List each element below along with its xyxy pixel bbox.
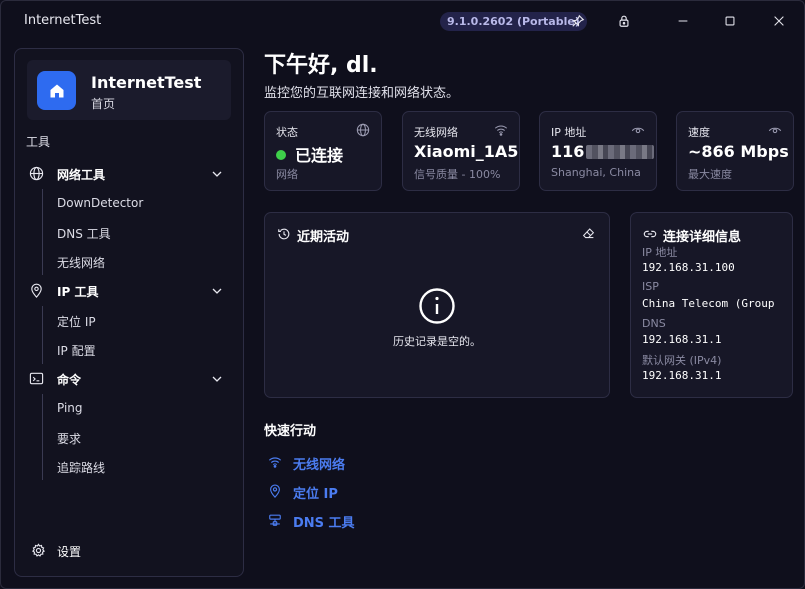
info-icon (419, 288, 455, 324)
ip-card-value-row: 116 (551, 142, 655, 161)
detail-value-dns: 192.168.31.1 (642, 333, 722, 346)
pin-button[interactable] (564, 9, 592, 33)
server-icon (269, 514, 281, 526)
status-card-value: 已连接 (295, 146, 344, 165)
eye-icon[interactable] (768, 123, 782, 137)
location-pin-icon (270, 484, 280, 498)
tools-section-label: 工具 (26, 135, 51, 149)
speed-card-label: 速度 (688, 126, 710, 139)
sidebar-group-label: 网络工具 (57, 168, 106, 182)
home-card[interactable]: InternetTest 首页 (27, 60, 231, 120)
sidebar-group-label: 命令 (57, 373, 82, 387)
window-title: InternetTest (24, 13, 102, 28)
chevron-down-icon (212, 376, 222, 382)
empty-history-text: 历史记录是空的。 (393, 335, 481, 348)
globe-icon (356, 123, 370, 137)
sidebar-item-ping[interactable]: Ping (57, 401, 83, 415)
lock-button[interactable] (610, 9, 638, 33)
ip-card-value: 116 (551, 142, 585, 161)
tree-line (42, 189, 43, 275)
app-logo (37, 71, 76, 110)
quick-actions-title: 快速行动 (264, 424, 317, 439)
wifi-icon (494, 125, 508, 136)
sidebar-group-label: IP 工具 (57, 285, 99, 299)
recent-activity-panel: 近期活动 历史记录是空的。 (264, 212, 610, 398)
wifi-card-desc: 信号质量 - 100% (414, 168, 501, 181)
status-card-value-row: 已连接 (276, 142, 343, 166)
detail-label-dns: DNS (642, 317, 666, 330)
sidebar-item-trace-route[interactable]: 追踪路线 (57, 459, 105, 476)
history-icon (278, 228, 290, 240)
globe-icon (29, 166, 44, 181)
app-subtitle: 首页 (91, 97, 116, 111)
status-card-label: 状态 (276, 126, 298, 139)
detail-value-ip: 192.168.31.100 (642, 261, 735, 274)
sidebar-item-downdetector[interactable]: DownDetector (57, 196, 143, 210)
quick-action-label: 定位 IP (293, 487, 338, 502)
connected-status-dot (276, 150, 286, 160)
terminal-icon (29, 372, 44, 385)
sidebar: InternetTest 首页 工具 网络工具 DownDetector DNS… (14, 48, 244, 577)
title-bar: InternetTest 9.1.0.2602 (Portable) (1, 1, 804, 41)
wifi-card-label: 无线网络 (414, 126, 458, 139)
recent-activity-title: 近期活动 (297, 230, 350, 245)
wifi-card-value: Xiaomi_1A5 (414, 142, 519, 161)
sidebar-item-dns-tools[interactable]: DNS 工具 (57, 225, 111, 242)
pin-icon (572, 14, 585, 27)
app-window: InternetTest 9.1.0.2602 (Portable) Inter… (0, 0, 805, 589)
detail-label-isp: ISP (642, 280, 659, 293)
eye-icon[interactable] (631, 123, 645, 137)
sidebar-item-wifi[interactable]: 无线网络 (57, 254, 105, 271)
page-subtitle: 监控您的互联网连接和网络状态。 (264, 86, 460, 101)
chevron-down-icon (212, 288, 222, 294)
close-button[interactable] (765, 9, 793, 33)
ip-card: IP 地址 116 Shanghai, China (539, 111, 657, 191)
sidebar-group-ip-tools[interactable]: IP 工具 (27, 278, 233, 304)
ip-card-desc: Shanghai, China (551, 166, 641, 179)
gear-icon (32, 543, 45, 557)
speed-card-value: ~866 Mbps (688, 142, 789, 161)
sidebar-item-locate-ip[interactable]: 定位 IP (57, 313, 96, 330)
sidebar-group-commands[interactable]: 命令 (27, 366, 233, 392)
chevron-down-icon (212, 171, 222, 177)
minimize-button[interactable] (669, 9, 697, 33)
status-card-desc: 网络 (276, 168, 298, 181)
ip-card-label: IP 地址 (551, 126, 587, 139)
redacted-ip-blur (586, 145, 655, 159)
connection-details-title: 连接详细信息 (663, 230, 742, 245)
wifi-card: 无线网络 Xiaomi_1A5 信号质量 - 100% (402, 111, 520, 191)
detail-value-isp: China Telecom (Group (642, 297, 775, 310)
detail-value-gateway: 192.168.31.1 (642, 369, 722, 382)
sidebar-item-ip-config[interactable]: IP 配置 (57, 342, 96, 359)
status-card: 状态 已连接 网络 (264, 111, 382, 191)
quick-action-label: 无线网络 (293, 458, 346, 473)
maximize-button[interactable] (716, 9, 744, 33)
eraser-icon[interactable] (582, 227, 595, 240)
lock-icon (619, 15, 629, 27)
link-icon (643, 230, 657, 238)
app-name: InternetTest (91, 73, 202, 92)
location-pin-icon (31, 283, 42, 298)
detail-label-ip: IP 地址 (642, 246, 678, 259)
quick-action-label: DNS 工具 (293, 516, 355, 531)
page-title: 下午好, dl. (264, 53, 378, 78)
settings-label: 设置 (57, 545, 82, 559)
close-icon (774, 16, 784, 26)
speed-card: 速度 ~866 Mbps 最大速度 (676, 111, 794, 191)
sidebar-item-request[interactable]: 要求 (57, 430, 81, 447)
speed-card-desc: 最大速度 (688, 168, 732, 181)
sidebar-group-network-tools[interactable]: 网络工具 (27, 161, 233, 187)
detail-label-gateway: 默认网关 (IPv4) (642, 354, 722, 367)
tree-line (42, 306, 43, 364)
maximize-icon (725, 16, 735, 26)
settings-button[interactable]: 设置 (31, 541, 131, 563)
minimize-icon (678, 20, 688, 22)
tree-line (42, 394, 43, 480)
home-icon (50, 84, 63, 97)
connection-details-panel: 连接详细信息 IP 地址 192.168.31.100 ISP China Te… (630, 212, 793, 398)
wifi-icon (268, 457, 282, 468)
